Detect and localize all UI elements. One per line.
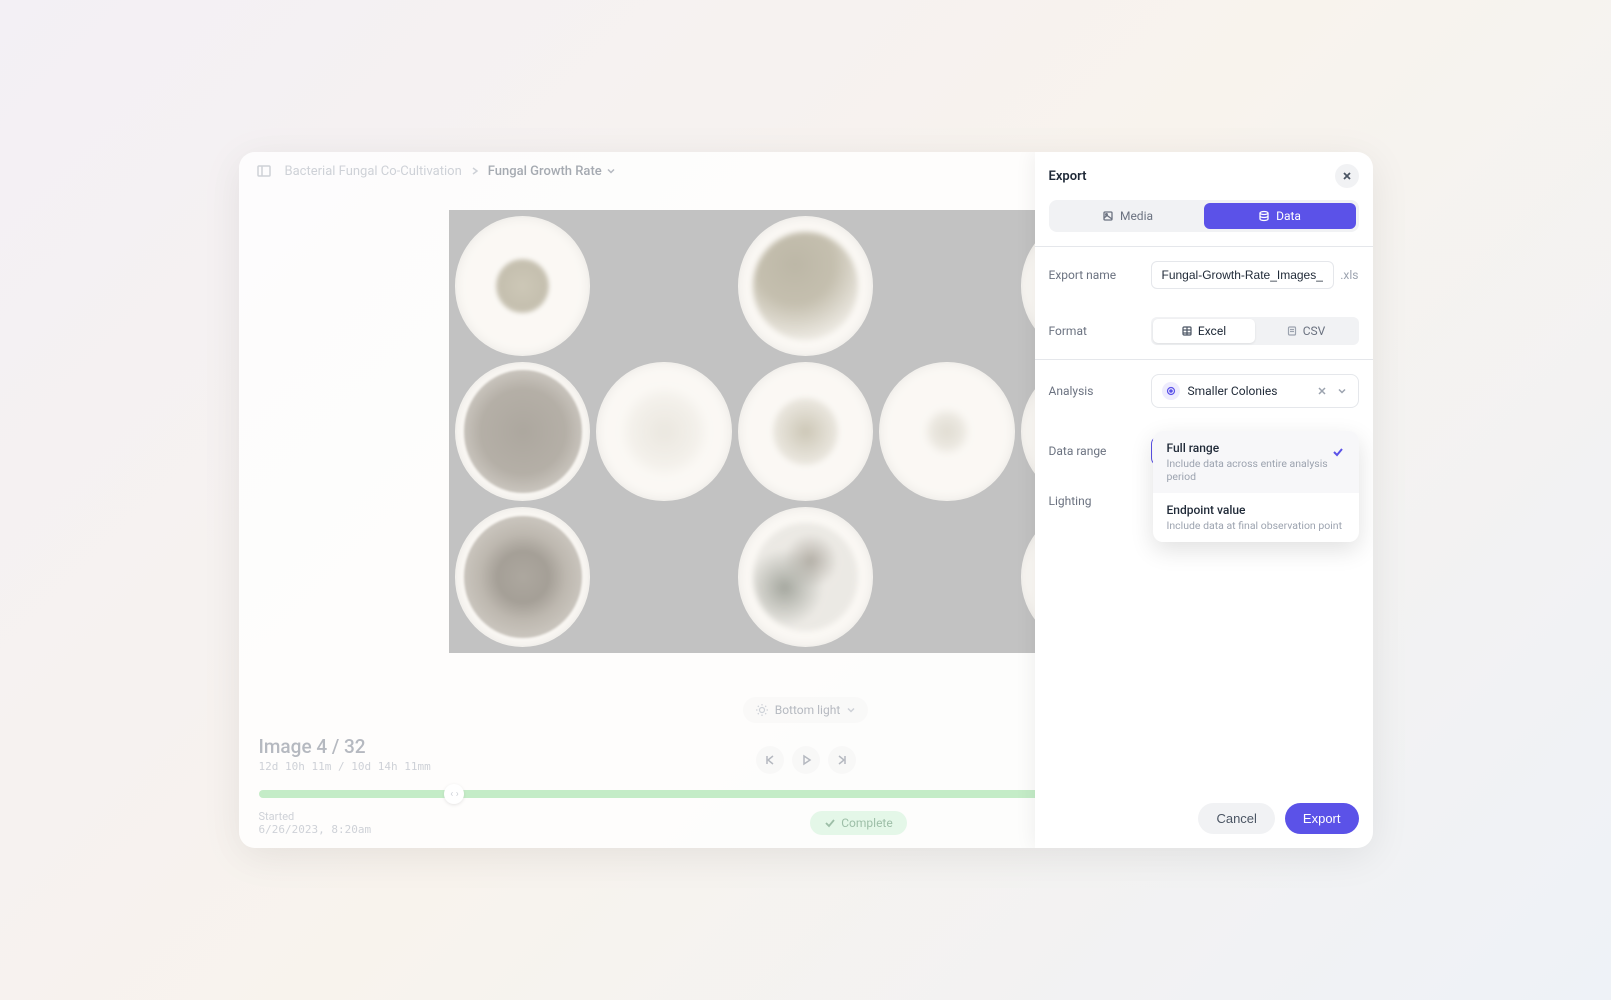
export-name-input[interactable] xyxy=(1151,261,1335,289)
complete-badge: Complete xyxy=(810,811,907,835)
chevron-down-icon xyxy=(846,705,856,715)
export-header: Export xyxy=(1035,152,1373,200)
file-extension: .xls xyxy=(1340,268,1358,282)
export-tabs: Media Data xyxy=(1049,200,1359,232)
skip-forward-button[interactable] xyxy=(828,746,856,774)
started-info: Started 6/26/2023, 8:20am xyxy=(259,810,372,836)
breadcrumb: Bacterial Fungal Co-Cultivation Fungal G… xyxy=(285,164,616,179)
analysis-icon xyxy=(1162,382,1180,400)
progress-handle[interactable]: ‹ › xyxy=(444,784,464,804)
chevron-right-icon xyxy=(470,166,480,176)
app-window: Bacterial Fungal Co-Cultivation Fungal G… xyxy=(239,152,1373,848)
analysis-row: Analysis Smaller Colonies xyxy=(1035,360,1373,422)
export-button[interactable]: Export xyxy=(1285,803,1359,834)
excel-icon xyxy=(1181,325,1193,337)
export-name-row: Export name .xls xyxy=(1035,247,1373,303)
analysis-select[interactable]: Smaller Colonies xyxy=(1151,374,1359,408)
dropdown-item-endpoint[interactable]: Endpoint value Include data at final obs… xyxy=(1153,493,1359,542)
format-row: Format Excel CSV xyxy=(1035,303,1373,359)
chevron-down-icon xyxy=(1336,385,1348,397)
export-footer: Cancel Export xyxy=(1035,789,1373,848)
database-icon xyxy=(1258,210,1270,222)
close-icon xyxy=(1341,170,1353,182)
export-title: Export xyxy=(1049,169,1087,184)
export-panel: Export Media Data Export name .xls xyxy=(1035,152,1373,848)
format-excel[interactable]: Excel xyxy=(1153,319,1255,343)
tab-media[interactable]: Media xyxy=(1052,203,1204,229)
check-icon xyxy=(1331,445,1345,459)
sidebar-toggle-icon[interactable] xyxy=(255,162,273,180)
play-button[interactable] xyxy=(792,746,820,774)
csv-icon xyxy=(1286,325,1298,337)
light-dropdown[interactable]: Bottom light xyxy=(743,697,869,723)
close-button[interactable] xyxy=(1335,164,1359,188)
clear-icon[interactable] xyxy=(1316,385,1328,397)
data-range-dropdown: Full range Include data across entire an… xyxy=(1153,431,1359,542)
dropdown-item-full-range[interactable]: Full range Include data across entire an… xyxy=(1153,431,1359,493)
tab-data[interactable]: Data xyxy=(1204,203,1356,229)
cancel-button[interactable]: Cancel xyxy=(1198,803,1274,834)
breadcrumb-current[interactable]: Fungal Growth Rate xyxy=(488,164,616,179)
check-icon xyxy=(824,817,836,829)
skip-back-button[interactable] xyxy=(756,746,784,774)
chevron-down-icon xyxy=(606,166,616,176)
format-csv[interactable]: CSV xyxy=(1255,319,1357,343)
sun-icon xyxy=(755,703,769,717)
image-icon xyxy=(1102,210,1114,222)
breadcrumb-parent[interactable]: Bacterial Fungal Co-Cultivation xyxy=(285,164,462,179)
